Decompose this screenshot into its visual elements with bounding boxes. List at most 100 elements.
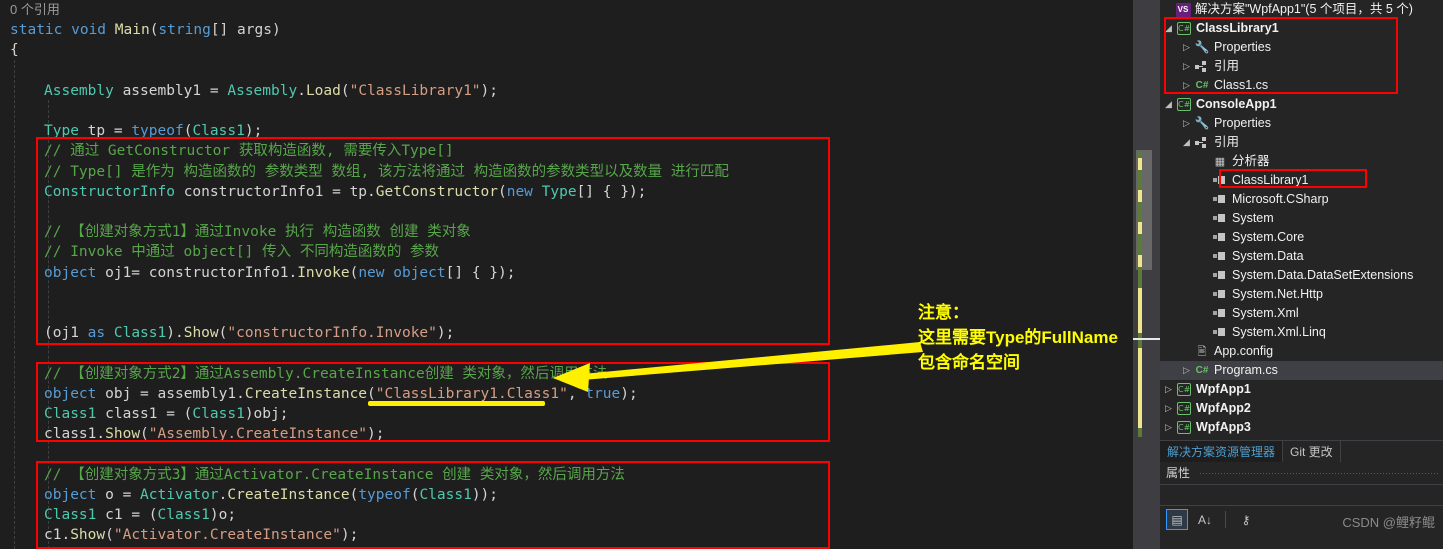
- csdn-watermark: CSDN @鲤籽鲲: [1342, 515, 1435, 530]
- code-line[interactable]: // 【创建对象方式3】通过Activator.CreateInstance 创…: [0, 465, 625, 485]
- tree-item-icon: 🔧: [1193, 114, 1211, 133]
- code-token-punc: []: [210, 22, 238, 39]
- tree-item-label: ClassLibrary1: [1232, 173, 1309, 187]
- code-line[interactable]: static void Main(string[] args): [0, 20, 281, 40]
- code-line[interactable]: ConstructorInfo constructorInfo1 = tp.Ge…: [0, 182, 646, 202]
- visual-studio-icon: VS: [1174, 0, 1192, 19]
- tree-item-label: System: [1232, 211, 1274, 225]
- properties-title-dots: [1200, 473, 1439, 474]
- code-token-typ: ConstructorInfo: [44, 183, 184, 200]
- tree-item-Class1.cs[interactable]: ▷ C# Class1.cs: [1160, 76, 1443, 95]
- scrollbar-match-mark-2: [1138, 190, 1142, 202]
- tree-item-label: 分析器: [1232, 154, 1270, 168]
- editor-vertical-scrollbar[interactable]: [1133, 0, 1160, 549]
- code-line[interactable]: Assembly assembly1 = Assembly.Load("Clas…: [0, 81, 498, 101]
- tree-item-Properties[interactable]: ▷ 🔧 Properties: [1160, 114, 1443, 133]
- properties-panel[interactable]: 属性 ▤ A↓ ⚷ CSDN @鲤籽鲲: [1160, 462, 1443, 549]
- twisty-collapsed-icon[interactable]: ▷: [1180, 38, 1193, 57]
- tree-item-System.Xml[interactable]: ▷ System.Xml: [1160, 304, 1443, 323]
- tree-item-label: System.Data: [1232, 249, 1304, 263]
- code-editor[interactable]: 0 个引用 static void Main(string[] args){ As…: [0, 0, 1133, 549]
- tab-git-changes[interactable]: Git 更改: [1283, 441, 1341, 462]
- code-token-kw: string: [158, 22, 211, 39]
- panel-tab-bar[interactable]: 解决方案资源管理器 Git 更改: [1160, 440, 1443, 462]
- tree-item-System[interactable]: ▷ System: [1160, 209, 1443, 228]
- code-token-typ: Class1: [44, 507, 106, 523]
- code-line[interactable]: [0, 303, 53, 323]
- code-token-id: constructorInfo1: [183, 183, 333, 200]
- tree-item-ConsoleApp1[interactable]: ◢ C# ConsoleApp1: [1160, 95, 1443, 114]
- twisty-collapsed-icon[interactable]: ▷: [1180, 57, 1193, 76]
- code-token-punc: (: [349, 486, 359, 503]
- code-line[interactable]: [0, 202, 53, 222]
- tree-item-icon: [1211, 171, 1229, 190]
- tree-item-System.Data[interactable]: ▷ System.Data: [1160, 247, 1443, 266]
- assembly-reference-icon: [1213, 271, 1227, 280]
- twisty-placeholder: ▷: [1198, 285, 1211, 304]
- code-line[interactable]: // 【创建对象方式1】通过Invoke 执行 构造函数 创建 类对象: [0, 222, 471, 242]
- alphabetical-sort-button[interactable]: A↓: [1194, 509, 1216, 530]
- tree-item-App.config[interactable]: ▷ 🖹 App.config: [1160, 342, 1443, 361]
- assembly-reference-icon: [1213, 195, 1227, 204]
- code-line[interactable]: {: [0, 40, 19, 60]
- tree-item-[interactable]: ▷ 引用: [1160, 57, 1443, 76]
- twisty-expanded-icon[interactable]: ◢: [1180, 133, 1193, 152]
- twisty-expanded-icon[interactable]: ◢: [1162, 95, 1175, 114]
- tree-item-Microsoft.CSharp[interactable]: ▷ Microsoft.CSharp: [1160, 190, 1443, 209]
- tree-item-WpfApp1[interactable]: ▷ C# WpfApp1: [1160, 380, 1443, 399]
- solution-tree[interactable]: ◢ C# ClassLibrary1 ▷ 🔧 Properties ▷ 引用 ▷ C# Class1…: [1160, 19, 1443, 437]
- code-line[interactable]: class1.Show("Assembly.CreateInstance");: [0, 424, 385, 444]
- twisty-collapsed-icon[interactable]: ▷: [1162, 380, 1175, 399]
- tree-item-Properties[interactable]: ▷ 🔧 Properties: [1160, 38, 1443, 57]
- code-line[interactable]: c1.Show("Activator.CreateInstance");: [0, 525, 358, 545]
- solution-header-row[interactable]: VS 解决方案"WpfApp1"(5 个项目，共 5 个): [1160, 0, 1443, 19]
- tab-solution-explorer[interactable]: 解决方案资源管理器: [1160, 441, 1284, 462]
- code-line[interactable]: [0, 101, 53, 121]
- code-token-id: oj1=: [105, 264, 149, 281]
- property-pages-button[interactable]: ⚷: [1235, 509, 1257, 530]
- tree-item-WpfApp3[interactable]: ▷ C# WpfApp3: [1160, 418, 1443, 437]
- code-line[interactable]: 0 个引用: [0, 0, 60, 20]
- tree-item-System.Core[interactable]: ▷ System.Core: [1160, 228, 1443, 247]
- code-line[interactable]: // Invoke 中通过 object[] 传入 不同构造函数的 参数: [0, 242, 439, 262]
- tree-item-icon: [1193, 57, 1211, 76]
- tree-item-ClassLibrary1[interactable]: ▷ ClassLibrary1: [1160, 171, 1443, 190]
- code-line[interactable]: // Type[] 是作为 构造函数的 参数类型 数组, 该方法将通过 构造函数…: [0, 162, 729, 182]
- tree-item-label: System.Xml: [1232, 306, 1299, 320]
- code-line[interactable]: Class1 c1 = (Class1)o;: [0, 505, 236, 525]
- analyzer-icon: ▦: [1214, 155, 1226, 168]
- code-line[interactable]: // 通过 GetConstructor 获取构造函数, 需要传入Type[]: [0, 141, 454, 161]
- code-line[interactable]: [0, 283, 53, 303]
- wrench-icon: 🔧: [1194, 40, 1210, 54]
- tree-item-System.Data.DataSetExtensions[interactable]: ▷ System.Data.DataSetExtensions: [1160, 266, 1443, 285]
- code-line[interactable]: object o = Activator.CreateInstance(type…: [0, 485, 498, 505]
- twisty-collapsed-icon[interactable]: ▷: [1162, 418, 1175, 437]
- twisty-placeholder: ▷: [1198, 152, 1211, 171]
- assembly-reference-icon: [1213, 214, 1227, 223]
- tree-item-WpfApp2[interactable]: ▷ C# WpfApp2: [1160, 399, 1443, 418]
- tree-item-label: System.Xml.Linq: [1232, 325, 1326, 339]
- code-line[interactable]: object oj1= constructorInfo1.Invoke(new …: [0, 263, 515, 283]
- code-line[interactable]: [0, 444, 53, 464]
- tree-item-System.Xml.Linq[interactable]: ▷ System.Xml.Linq: [1160, 323, 1443, 342]
- twisty-collapsed-icon[interactable]: ▷: [1162, 399, 1175, 418]
- code-token-punc: =: [113, 123, 132, 140]
- tree-item-[interactable]: ◢ 引用: [1160, 133, 1443, 152]
- tree-item-System.Net.Http[interactable]: ▷ System.Net.Http: [1160, 285, 1443, 304]
- code-line[interactable]: Type tp = typeof(Class1);: [0, 121, 262, 141]
- tree-item-[interactable]: ▷▦ 分析器: [1160, 152, 1443, 171]
- code-token-str: "Activator.CreateInstance": [113, 527, 341, 544]
- solution-explorer-panel[interactable]: VS 解决方案"WpfApp1"(5 个项目，共 5 个) ◢ C# ClassLi…: [1160, 0, 1443, 440]
- code-token-kw: object: [44, 486, 106, 503]
- twisty-collapsed-icon[interactable]: ▷: [1180, 361, 1193, 380]
- code-token-punc: );: [480, 82, 499, 99]
- assembly-reference-icon: [1213, 233, 1227, 242]
- tree-item-ClassLibrary1[interactable]: ◢ C# ClassLibrary1: [1160, 19, 1443, 38]
- categorized-button[interactable]: ▤: [1166, 509, 1188, 530]
- code-token-punc: [] { });: [445, 264, 516, 281]
- twisty-collapsed-icon[interactable]: ▷: [1180, 114, 1193, 133]
- code-line[interactable]: [0, 61, 53, 81]
- twisty-expanded-icon[interactable]: ◢: [1162, 19, 1175, 38]
- tree-item-Program.cs[interactable]: ▷ C# Program.cs: [1160, 361, 1443, 380]
- twisty-collapsed-icon[interactable]: ▷: [1180, 76, 1193, 95]
